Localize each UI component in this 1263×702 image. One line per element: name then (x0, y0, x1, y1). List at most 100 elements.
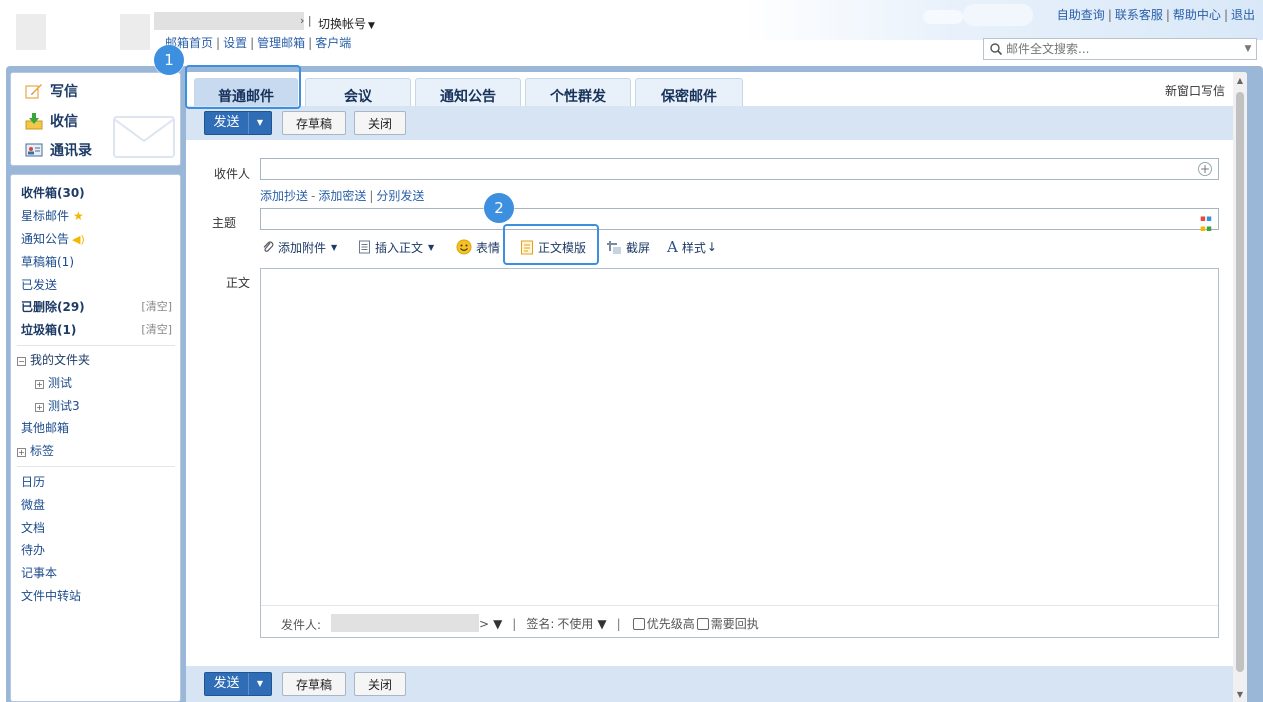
search-icon (990, 43, 1003, 56)
app-file-transfer[interactable]: 文件中转站 (21, 587, 81, 605)
highlight-tab-normal-mail (185, 65, 301, 109)
folder-drafts-label: 草稿箱(1) (21, 255, 74, 269)
contacts-button[interactable]: 通讯录 (25, 139, 92, 161)
folder-inbox[interactable]: 收件箱(30) (21, 184, 85, 202)
scroll-down-icon[interactable]: ▼ (1233, 688, 1247, 702)
vertical-scrollbar[interactable]: ▲ ▼ (1233, 72, 1247, 702)
clear-deleted-link[interactable]: [清空] (141, 298, 172, 316)
tab-notice[interactable]: 通知公告 (415, 78, 521, 106)
high-priority-checkbox[interactable] (632, 617, 645, 630)
folder-spam[interactable]: 垃圾箱(1) (21, 321, 76, 339)
sender-tail: > (479, 616, 490, 631)
footer-options: > ▼ | 签名: 不使用 ▼ | 优先级高 需要回执 (479, 615, 759, 632)
save-draft-button-bottom[interactable]: 存草稿 (282, 672, 346, 696)
style-label: 样式 (681, 240, 706, 255)
document-icon (359, 240, 370, 254)
annotation-marker-2: 2 (484, 193, 514, 223)
compose-tabs: 普通邮件 会议 通知公告 个性群发 保密邮件 新窗口写信 (186, 72, 1247, 106)
app-calendar-label: 日历 (21, 475, 46, 489)
client-link[interactable]: 客户端 (315, 36, 351, 50)
read-receipt-checkbox[interactable] (696, 617, 709, 630)
caret-down-icon: ▼ (368, 21, 375, 31)
arrow-down-icon: ↓ (706, 240, 717, 254)
send-label: 发送 (205, 112, 249, 134)
attach-button[interactable]: 添加附件 ▼ (262, 238, 337, 256)
search-dropdown-icon[interactable]: ▼ (1240, 44, 1256, 54)
folder-starred[interactable]: 星标邮件 ★ (21, 207, 84, 225)
emoji-button[interactable]: 表情 (456, 238, 500, 256)
color-grid-icon[interactable]: ▪▪ ▪▪ (1200, 214, 1212, 234)
signature-dropdown-icon[interactable]: ▼ (597, 617, 606, 631)
folder-inbox-label: 收件箱(30) (21, 186, 85, 200)
app-drive-label: 微盘 (21, 498, 46, 512)
mail-search-box[interactable]: ▼ (983, 38, 1257, 60)
other-mailbox[interactable]: 其他邮箱 (21, 419, 69, 437)
insert-body-button[interactable]: 插入正文 ▼ (358, 238, 434, 256)
self-service-link[interactable]: 自助查询 (1057, 8, 1105, 22)
logo-redacted-secondary (120, 14, 150, 50)
send-options-icon[interactable]: ▼ (249, 673, 271, 695)
address-book-icon (25, 143, 43, 157)
subject-field[interactable]: ▪▪ ▪▪ (260, 208, 1219, 234)
body-editor[interactable]: 发件人: > ▼ | 签名: 不使用 ▼ | 优先级高 需要回执 (260, 268, 1219, 638)
app-docs[interactable]: 文档 (21, 519, 45, 537)
tab-personalized-mass[interactable]: 个性群发 (525, 78, 631, 106)
folder-notices[interactable]: 通知公告 ◀) (21, 230, 85, 248)
add-cc-link[interactable]: 添加抄送 (260, 189, 308, 203)
receive-button[interactable]: 收信 (25, 110, 78, 132)
app-todo[interactable]: 待办 (21, 541, 45, 559)
new-window-compose-link[interactable]: 新窗口写信 (1165, 82, 1225, 99)
caret-down-icon: ▼ (331, 242, 338, 252)
manage-mailbox-link[interactable]: 管理邮箱 (257, 36, 305, 50)
app-docs-label: 文档 (21, 521, 46, 535)
scroll-thumb[interactable] (1236, 92, 1244, 672)
receive-label: 收信 (50, 114, 78, 130)
folder-drafts[interactable]: 草稿箱(1) (21, 253, 74, 271)
search-input[interactable] (1003, 42, 1240, 56)
compose-button[interactable]: 写信 (25, 80, 78, 102)
logout-link[interactable]: 退出 (1231, 8, 1255, 22)
app-calendar[interactable]: 日历 (21, 473, 45, 491)
paperclip-icon (263, 241, 274, 252)
scroll-up-icon[interactable]: ▲ (1233, 74, 1247, 88)
my-folders-label: 我的文件夹 (30, 353, 91, 367)
screenshot-label: 截屏 (626, 240, 651, 255)
signature-value[interactable]: 不使用 (557, 615, 593, 632)
folder-deleted[interactable]: 已删除(29) (21, 298, 85, 316)
app-drive[interactable]: 微盘 (21, 496, 45, 514)
caret-down-icon: ▼ (428, 242, 435, 252)
close-button-bottom[interactable]: 关闭 (354, 672, 406, 696)
clear-spam-link[interactable]: [清空] (141, 321, 172, 339)
close-button[interactable]: 关闭 (354, 111, 406, 135)
settings-link[interactable]: 设置 (223, 36, 247, 50)
add-recipient-icon[interactable]: + (1198, 162, 1212, 176)
app-notepad[interactable]: 记事本 (21, 564, 57, 582)
switch-account-link[interactable]: 切换帐号 ▼ (318, 15, 375, 32)
editor-footer: 发件人: > ▼ | 签名: 不使用 ▼ | 优先级高 需要回执 (261, 605, 1218, 637)
screenshot-button[interactable]: 截屏 (606, 238, 650, 256)
compose-panel: 普通邮件 会议 通知公告 个性群发 保密邮件 新窗口写信 发送 ▼ 存草稿 关闭… (186, 72, 1247, 702)
help-center-link[interactable]: 帮助中心 (1173, 8, 1221, 22)
tags-label: 标签 (30, 444, 55, 458)
save-draft-button[interactable]: 存草稿 (282, 111, 346, 135)
expand-icon: + (35, 403, 44, 412)
tags-toggle[interactable]: + 标签 (17, 442, 54, 460)
folder-sent[interactable]: 已发送 (21, 276, 57, 294)
add-bcc-link[interactable]: 添加密送 (318, 189, 366, 203)
subfolder-test[interactable]: + 测试 (35, 374, 72, 392)
my-folders-toggle[interactable]: − 我的文件夹 (17, 351, 90, 369)
tab-meeting[interactable]: 会议 (305, 78, 411, 106)
send-options-icon[interactable]: ▼ (249, 112, 271, 134)
folder-notices-label: 通知公告 (21, 232, 70, 246)
contact-support-link[interactable]: 联系客服 (1115, 8, 1163, 22)
subfolder-test3[interactable]: + 测试3 (35, 397, 80, 415)
quick-actions-box: 写信 收信 通讯录 (10, 72, 181, 166)
separate-send-link[interactable]: 分别发送 (376, 189, 424, 203)
send-button[interactable]: 发送 ▼ (204, 111, 272, 135)
recipient-field[interactable]: + (260, 158, 1219, 180)
compose-label: 写信 (50, 84, 78, 100)
sender-dropdown-icon[interactable]: ▼ (493, 617, 502, 631)
tab-confidential[interactable]: 保密邮件 (635, 78, 743, 106)
send-button-bottom[interactable]: 发送 ▼ (204, 672, 272, 696)
style-button[interactable]: A 样式 ↓ (667, 238, 717, 256)
